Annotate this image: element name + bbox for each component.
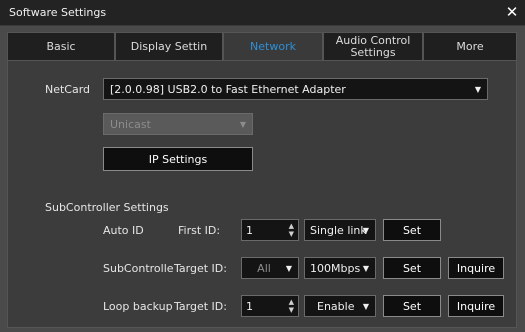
target-id-label: Target ID: (174, 262, 227, 275)
netcard-label: NetCard (45, 83, 91, 96)
link-mode-dropdown[interactable]: Single link ▼ (304, 219, 376, 241)
title-bar: Software Settings ✕ (0, 0, 525, 26)
loop-target-id-spinner[interactable]: 1 ▲ ▼ (241, 295, 299, 317)
subcontroller-label: SubControlle (103, 262, 174, 275)
first-id-spinner[interactable]: 1 ▲ ▼ (241, 219, 299, 241)
first-id-value: 1 (246, 223, 253, 237)
speed-dropdown[interactable]: 100Mbps ▼ (304, 257, 376, 279)
caret-down-icon: ▼ (362, 263, 369, 273)
subcontroller-set-button[interactable]: Set (383, 257, 441, 279)
loop-target-id-label: Target ID: (174, 300, 227, 313)
ip-settings-button[interactable]: IP Settings (103, 147, 253, 171)
window-title: Software Settings (9, 6, 107, 19)
link-mode-value: Single link (310, 223, 367, 237)
tab-bar: Basic Display Settin Network Audio Contr… (7, 32, 517, 60)
netcard-dropdown[interactable]: [2.0.0.98] USB2.0 to Fast Ethernet Adapt… (103, 78, 488, 100)
netcard-value: [2.0.0.98] USB2.0 to Fast Ethernet Adapt… (110, 82, 346, 96)
loop-backup-set-button[interactable]: Set (383, 295, 441, 317)
tab-network[interactable]: Network (223, 32, 323, 60)
first-id-label: First ID: (178, 224, 221, 237)
spinner-arrows-icon[interactable]: ▲ ▼ (289, 222, 294, 238)
loop-target-id-value: 1 (246, 299, 253, 313)
loop-mode-dropdown[interactable]: Enable ▼ (304, 295, 376, 317)
tab-basic[interactable]: Basic (7, 32, 115, 60)
tab-display-settings[interactable]: Display Settin (115, 32, 223, 60)
loop-backup-label: Loop backup (103, 300, 173, 313)
network-panel: NetCard [2.0.0.98] USB2.0 to Fast Ethern… (7, 60, 517, 328)
auto-id-set-button[interactable]: Set (383, 219, 441, 241)
target-id-value: All (257, 261, 271, 275)
caret-down-icon: ▼ (285, 263, 292, 273)
subcontroller-inquire-button[interactable]: Inquire (448, 257, 504, 279)
target-id-dropdown[interactable]: All ▼ (241, 257, 299, 279)
caret-down-icon: ▼ (362, 225, 369, 235)
caret-down-icon: ▼ (474, 84, 481, 94)
close-icon[interactable]: ✕ (503, 3, 521, 22)
caret-down-icon: ▼ (239, 119, 246, 129)
loop-backup-inquire-button[interactable]: Inquire (448, 295, 504, 317)
cast-mode-dropdown[interactable]: Unicast ▼ (103, 113, 253, 135)
speed-value: 100Mbps (310, 261, 361, 275)
tab-more[interactable]: More (423, 32, 517, 60)
auto-id-label: Auto ID (103, 224, 144, 237)
subcontroller-section-title: SubController Settings (45, 201, 169, 214)
cast-mode-value: Unicast (110, 117, 151, 131)
tab-audio-control-settings[interactable]: Audio Control Settings (323, 32, 423, 60)
caret-down-icon: ▼ (362, 301, 369, 311)
loop-mode-value: Enable (317, 299, 355, 313)
spinner-arrows-icon[interactable]: ▲ ▼ (289, 298, 294, 314)
